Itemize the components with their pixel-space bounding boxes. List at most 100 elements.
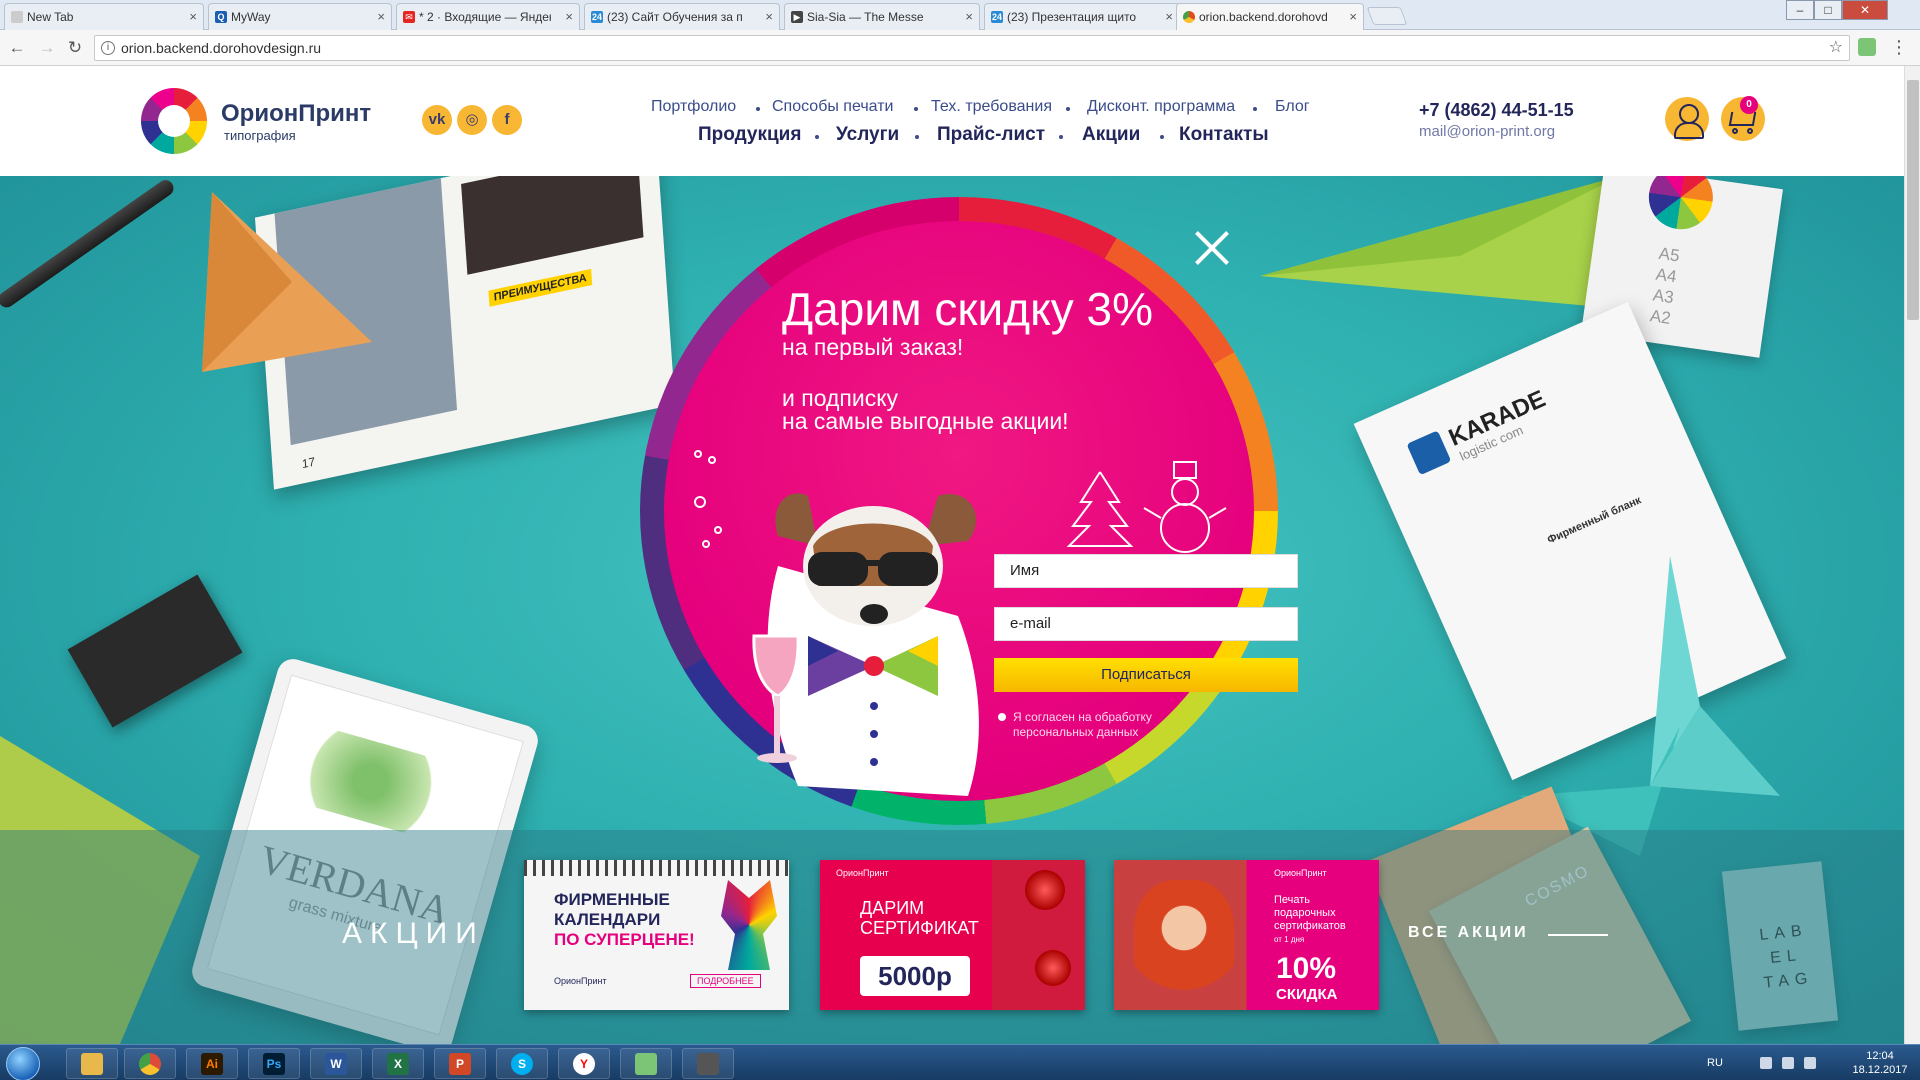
tray-clock[interactable]: 12:04 18.12.2017 (1850, 1049, 1910, 1077)
consent-radio[interactable] (998, 713, 1006, 721)
nav-link-price-list[interactable]: Прайс-лист (937, 124, 1045, 146)
browser-tab[interactable]: 24 (23) Презентация щито × (984, 3, 1180, 30)
subscribe-button[interactable]: Подписаться (994, 658, 1298, 692)
minimize-button[interactable]: – (1786, 0, 1814, 20)
close-tab-icon[interactable]: × (377, 9, 385, 24)
nav-link-discount[interactable]: Дисконт. программа (1087, 98, 1235, 116)
woman-photo (1134, 880, 1234, 1000)
clock-date: 18.12.2017 (1852, 1064, 1908, 1076)
taskbar-app-chrome[interactable] (124, 1048, 176, 1079)
screen: New Tab × Q MyWay × ✉ * 2 · Входящие — Я… (0, 0, 1920, 1080)
nav-link-tech-requirements[interactable]: Тех. требования (931, 98, 1052, 116)
url-text: orion.backend.dorohovdesign.ru (121, 40, 322, 56)
extension-icon[interactable] (1858, 38, 1876, 56)
tab-label: Sia-Sia — The Messe (807, 10, 924, 24)
address-bar[interactable]: i orion.backend.dorohovdesign.ru ☆ (94, 35, 1850, 61)
forward-button[interactable]: → (36, 37, 58, 59)
email-link[interactable]: mail@orion-print.org (1419, 123, 1555, 140)
browser-tab[interactable]: ✉ * 2 · Входящие — Яндекс × (396, 3, 580, 30)
close-tab-icon[interactable]: × (1349, 9, 1357, 24)
tray-volume-icon[interactable] (1804, 1057, 1816, 1069)
language-indicator[interactable]: RU (1707, 1057, 1723, 1069)
taskbar-app-powerpoint[interactable]: P (434, 1048, 486, 1079)
scrollbar-thumb[interactable] (1907, 80, 1919, 320)
new-tab-button[interactable] (1366, 7, 1408, 25)
discount-value: 10% (1276, 952, 1337, 985)
taskbar-app-camera[interactable] (682, 1048, 734, 1079)
word-icon: W (325, 1053, 347, 1075)
page-scrollbar[interactable] (1904, 66, 1920, 1044)
tab-label: orion.backend.dorohovd (1199, 10, 1328, 24)
cart-count-badge: 0 (1740, 96, 1758, 114)
close-tab-icon[interactable]: × (1165, 9, 1173, 24)
user-icon[interactable] (1665, 97, 1709, 141)
tab-label: (23) Сайт Обучения за п (607, 10, 743, 24)
taskbar-app-skype[interactable]: S (496, 1048, 548, 1079)
discount-label: СКИДКА (1276, 986, 1338, 1003)
taskbar-app-explorer[interactable] (66, 1048, 118, 1079)
back-button[interactable]: ← (6, 37, 28, 59)
close-tab-icon[interactable]: × (565, 9, 573, 24)
browser-tab[interactable]: Q MyWay × (208, 3, 392, 30)
vk-icon[interactable]: vk (422, 105, 452, 135)
sheet-size: A2 (1648, 306, 1673, 328)
sheet-sizes-list: A5 A4 A3 A2 (1649, 243, 1681, 329)
close-window-button[interactable]: ✕ (1842, 0, 1888, 20)
facebook-icon[interactable]: f (492, 105, 522, 135)
promo-line: от 1 дня (1274, 935, 1305, 944)
browser-tab-active[interactable]: orion.backend.dorohovd × (1176, 3, 1364, 31)
close-tab-icon[interactable]: × (965, 9, 973, 24)
browser-tab[interactable]: 24 (23) Сайт Обучения за п × (584, 3, 780, 30)
close-tab-icon[interactable]: × (765, 9, 773, 24)
email-input[interactable]: e-mail (994, 607, 1298, 641)
name-input[interactable]: Имя (994, 554, 1298, 588)
instagram-icon[interactable]: ◎ (457, 105, 487, 135)
ornament-ball (1035, 950, 1071, 986)
brochure-label: ПРЕИМУЩЕСТВА (488, 268, 593, 307)
24-icon: 24 (591, 11, 603, 23)
nav-link-services[interactable]: Услуги (836, 124, 899, 146)
tray-flag-icon[interactable] (1760, 1057, 1772, 1069)
taskbar-app-yandex[interactable]: Y (558, 1048, 610, 1079)
promo-card-gift-certificates[interactable]: ОрионПринт Печать подарочных сертификато… (1114, 860, 1379, 1010)
start-button[interactable] (6, 1047, 40, 1080)
promo-more-button[interactable]: ПОДРОБНЕЕ (690, 974, 761, 988)
pen-image (0, 176, 177, 311)
info-icon[interactable]: i (101, 41, 115, 55)
nav-link-portfolio[interactable]: Портфолио (651, 98, 736, 116)
nav-link-promotions[interactable]: Акции (1082, 124, 1140, 146)
popup-line: на самые выгодные акции! (782, 408, 1069, 434)
brochure-page-number: 17 (301, 454, 316, 472)
promo-brand: ОрионПринт (1274, 868, 1327, 878)
mail-icon: ✉ (403, 11, 415, 23)
nav-link-products[interactable]: Продукция (698, 124, 801, 146)
close-tab-icon[interactable]: × (189, 9, 197, 24)
reload-button[interactable]: ↻ (64, 37, 86, 59)
nav-link-contacts[interactable]: Контакты (1179, 124, 1269, 146)
nav-link-blog[interactable]: Блог (1275, 98, 1310, 116)
brand-subtitle: типография (224, 128, 296, 143)
promo-card-calendars[interactable]: ФИРМЕННЫЕ КАЛЕНДАРИ ПО СУПЕРЦЕНЕ! ПОДРОБ… (524, 860, 789, 1010)
nav-link-print-methods[interactable]: Способы печати (772, 98, 893, 116)
all-promos-link[interactable]: ВСЕ АКЦИИ (1408, 924, 1529, 942)
tray-network-icon[interactable] (1782, 1057, 1794, 1069)
search-icon: Q (215, 11, 227, 23)
promo-line: КАЛЕНДАРИ (554, 910, 661, 929)
browser-tab[interactable]: ▶ Sia-Sia — The Messe × (784, 3, 980, 30)
maximize-button[interactable]: □ (1814, 0, 1842, 20)
taskbar-app-photoshop[interactable]: Ps (248, 1048, 300, 1079)
taskbar-app-word[interactable]: W (310, 1048, 362, 1079)
phone-number[interactable]: +7 (4862) 44-51-15 (1419, 100, 1574, 121)
promo-card-certificate[interactable]: ОрионПринт ДАРИМ СЕРТИФИКАТ 5000р (820, 860, 1085, 1010)
taskbar-app-excel[interactable]: X (372, 1048, 424, 1079)
browser-tab[interactable]: New Tab × (4, 3, 204, 30)
bookmark-star-icon[interactable]: ☆ (1829, 36, 1843, 60)
brand-name[interactable]: ОрионПринт (221, 100, 371, 128)
close-popup-icon[interactable] (1190, 226, 1234, 270)
nav-dot (915, 135, 919, 139)
paper-plane-orange (202, 192, 372, 372)
menu-icon[interactable]: ⋮ (1890, 38, 1908, 56)
taskbar-app-generic[interactable] (620, 1048, 672, 1079)
logo-icon[interactable] (141, 88, 207, 154)
taskbar-app-illustrator[interactable]: Ai (186, 1048, 238, 1079)
